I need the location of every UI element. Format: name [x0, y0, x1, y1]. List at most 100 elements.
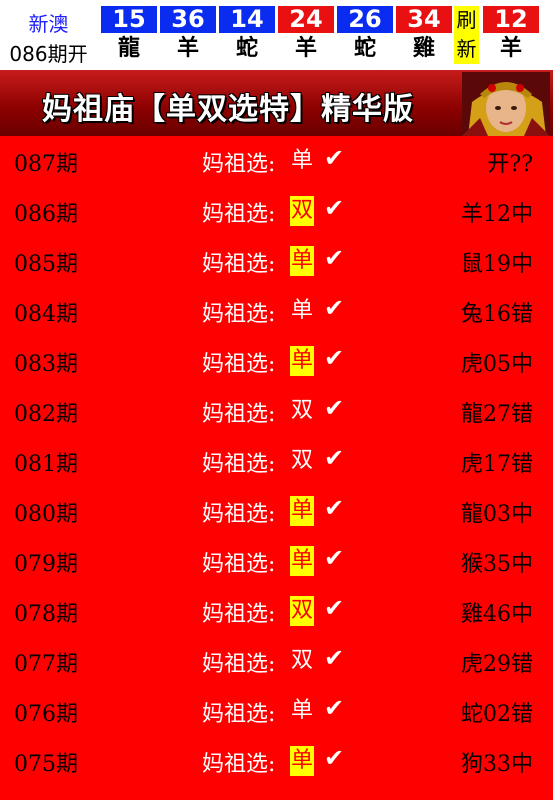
special-ball: 12 羊	[483, 6, 539, 64]
ball-zodiac: 羊	[278, 33, 334, 64]
check-icon: ✔	[324, 394, 345, 422]
period-label: 085期	[14, 252, 78, 277]
ball-number: 14	[219, 6, 275, 33]
prediction-list: 087期 妈祖选: 单 ✔ 开?? 086期 妈祖选: 双 ✔ 羊12中 085期 妈祖选: 单 ✔ 鼠19…	[0, 136, 553, 800]
pick-value: 单	[290, 746, 315, 776]
ball-zodiac: 蛇	[337, 33, 393, 64]
check-icon: ✔	[324, 694, 345, 722]
result-label: 兔16错	[461, 302, 533, 327]
list-item: 086期 妈祖选: 双 ✔ 羊12中	[0, 186, 553, 236]
ball-number: 36	[160, 6, 216, 33]
pick-prefix: 妈祖选:	[202, 552, 276, 577]
period-label: 084期	[14, 302, 78, 327]
pick-value: 单	[290, 346, 315, 376]
result-label: 羊12中	[461, 202, 533, 227]
result-label: 虎05中	[461, 352, 533, 377]
list-item: 084期 妈祖选: 单 ✔ 兔16错	[0, 286, 553, 336]
ball-number: 34	[396, 6, 452, 33]
period-label: 086期	[14, 202, 78, 227]
pick-prefix: 妈祖选:	[202, 402, 276, 427]
pick-value: 单	[290, 496, 315, 526]
pick-value: 单	[290, 546, 315, 576]
pick-value: 单	[291, 698, 314, 723]
period-label: 081期	[14, 452, 78, 477]
result-label: 虎29错	[461, 652, 533, 677]
banner-title: 妈祖庙【单双选特】精华版	[42, 92, 414, 127]
check-icon: ✔	[324, 344, 345, 372]
pick-prefix: 妈祖选:	[202, 452, 276, 477]
draw-ball: 34 雞	[396, 6, 452, 64]
ball-zodiac: 蛇	[219, 33, 275, 64]
period-label: 087期	[14, 152, 78, 177]
brand-name: 新澳	[28, 12, 69, 36]
draw-ball: 36 羊	[160, 6, 216, 64]
pick-prefix: 妈祖选:	[202, 502, 276, 527]
pick-value: 单	[290, 246, 315, 276]
period-label: 082期	[14, 402, 78, 427]
result-label: 虎17错	[461, 452, 533, 477]
list-item: 076期 妈祖选: 单 ✔ 蛇02错	[0, 686, 553, 736]
list-item: 079期 妈祖选: 单 ✔ 猴35中	[0, 536, 553, 586]
ball-number: 15	[101, 6, 157, 33]
draw-results-bar: 新澳 086期开 15 龍 36 羊 14 蛇 24 羊 26 蛇 34 雞 刷…	[0, 0, 553, 70]
ball-zodiac: 羊	[160, 33, 216, 64]
result-label: 鼠19中	[461, 252, 533, 277]
draw-ball: 15 龍	[101, 6, 157, 64]
list-item: 083期 妈祖选: 单 ✔ 虎05中	[0, 336, 553, 386]
check-icon: ✔	[324, 544, 345, 572]
pick-prefix: 妈祖选:	[202, 152, 276, 177]
list-item: 081期 妈祖选: 双 ✔ 虎17错	[0, 436, 553, 486]
result-label: 龍27错	[461, 402, 533, 427]
ball-number: 26	[337, 6, 393, 33]
period-label: 083期	[14, 352, 78, 377]
list-item: 085期 妈祖选: 单 ✔ 鼠19中	[0, 236, 553, 286]
pick-prefix: 妈祖选:	[202, 352, 276, 377]
ball-zodiac: 龍	[101, 33, 157, 64]
pick-value: 双	[291, 398, 314, 423]
pick-value: 双	[291, 448, 314, 473]
draw-ball: 26 蛇	[337, 6, 393, 64]
check-icon: ✔	[324, 294, 345, 322]
result-label: 蛇02错	[461, 702, 533, 727]
check-icon: ✔	[324, 594, 345, 622]
list-item: 087期 妈祖选: 单 ✔ 开??	[0, 136, 553, 186]
ball-zodiac: 雞	[396, 33, 452, 64]
pick-value: 双	[290, 596, 315, 626]
check-icon: ✔	[324, 144, 345, 172]
list-item: 077期 妈祖选: 双 ✔ 虎29错	[0, 636, 553, 686]
pick-value: 单	[291, 148, 314, 173]
lottery-brand: 新澳 086期开	[0, 0, 97, 70]
list-item: 082期 妈祖选: 双 ✔ 龍27错	[0, 386, 553, 436]
result-label: 狗33中	[461, 752, 533, 777]
pick-value: 单	[291, 298, 314, 323]
ball-zodiac: 羊	[483, 33, 539, 64]
pick-prefix: 妈祖选:	[202, 752, 276, 777]
check-icon: ✔	[324, 194, 345, 222]
result-label: 龍03中	[461, 502, 533, 527]
check-icon: ✔	[324, 244, 345, 272]
check-icon: ✔	[324, 494, 345, 522]
period-label: 078期	[14, 602, 78, 627]
period-label: 075期	[14, 752, 78, 777]
pick-prefix: 妈祖选:	[202, 602, 276, 627]
pick-value: 双	[291, 648, 314, 673]
period-label: 076期	[14, 702, 78, 727]
draw-ball: 14 蛇	[219, 6, 275, 64]
pick-value: 双	[290, 196, 315, 226]
pick-prefix: 妈祖选:	[202, 202, 276, 227]
pick-prefix: 妈祖选:	[202, 252, 276, 277]
list-item: 080期 妈祖选: 单 ✔ 龍03中	[0, 486, 553, 536]
ball-number: 24	[278, 6, 334, 33]
check-icon: ✔	[324, 444, 345, 472]
result-label: 雞46中	[461, 602, 533, 627]
period-label: 079期	[14, 552, 78, 577]
mazu-portrait-image	[462, 72, 550, 136]
draw-period: 086期开	[9, 42, 88, 66]
result-label: 开??	[487, 152, 533, 177]
refresh-button[interactable]: 刷新	[454, 6, 479, 64]
ball-number: 12	[483, 6, 539, 33]
pick-prefix: 妈祖选:	[202, 302, 276, 327]
check-icon: ✔	[324, 644, 345, 672]
pick-prefix: 妈祖选:	[202, 702, 276, 727]
period-label: 077期	[14, 652, 78, 677]
